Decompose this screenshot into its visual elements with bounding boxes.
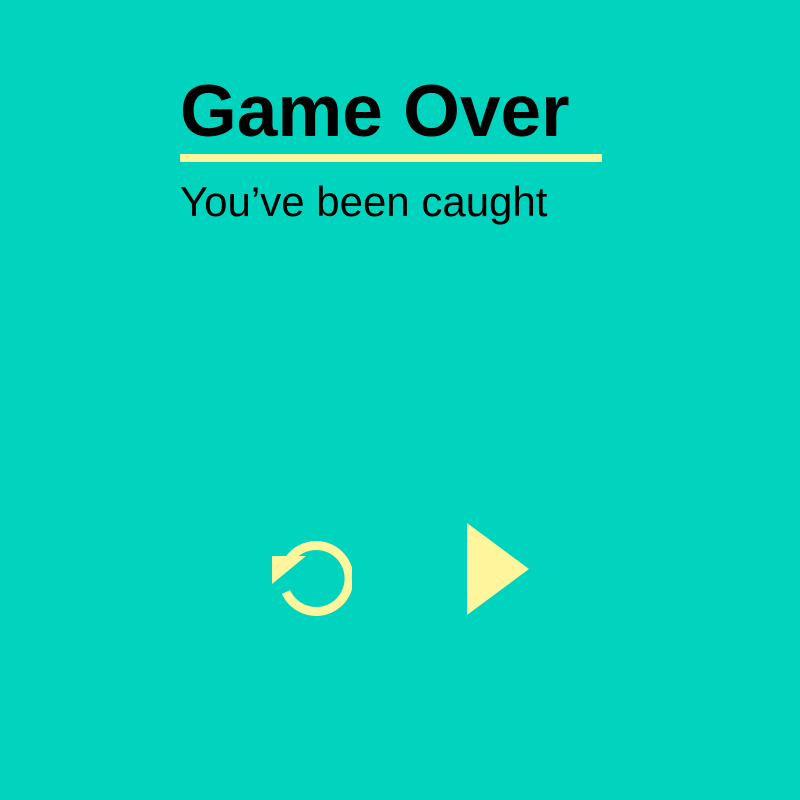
play-icon — [467, 523, 529, 615]
restart-icon — [272, 541, 352, 616]
restart-button[interactable] — [266, 526, 352, 616]
game-over-title: Game Over — [180, 71, 570, 152]
title-underline — [180, 154, 602, 162]
game-over-subtitle: You’ve been caught — [180, 178, 548, 225]
game-over-header: Game Over You’ve been caught — [180, 70, 602, 228]
play-button[interactable] — [462, 520, 534, 618]
game-over-screen: Game Over You’ve been caught — [0, 0, 800, 800]
